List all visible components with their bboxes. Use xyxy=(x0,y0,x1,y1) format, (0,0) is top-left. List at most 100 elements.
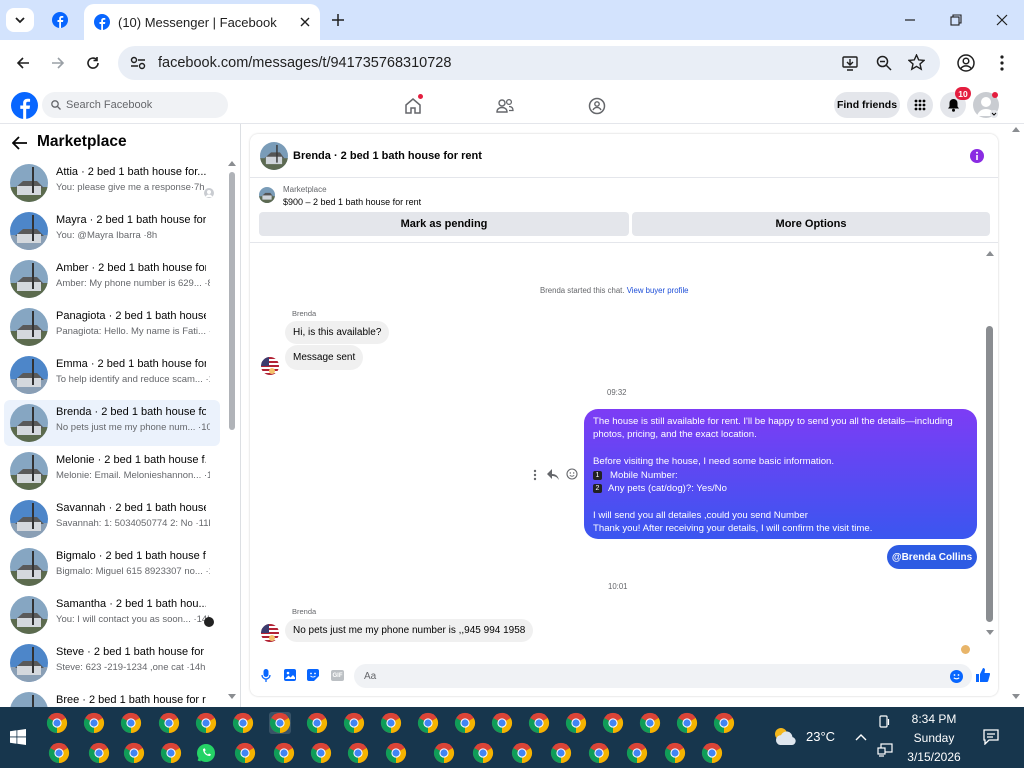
incoming-message[interactable]: Message sent xyxy=(285,345,364,370)
chrome-taskbar-icon[interactable] xyxy=(701,742,723,764)
conversation-item[interactable]: Brenda · 2 bed 1 bath house for... No pet… xyxy=(4,400,220,446)
chrome-taskbar-icon[interactable] xyxy=(550,742,572,764)
chrome-taskbar-icon[interactable] xyxy=(232,712,254,734)
notification-center-icon[interactable] xyxy=(983,729,999,745)
weather-widget[interactable]: 23°C xyxy=(772,725,835,747)
chrome-taskbar-icon[interactable] xyxy=(433,742,455,764)
outgoing-message[interactable]: The house is still available for rent. I… xyxy=(584,409,977,539)
scroll-down-arrow-icon[interactable] xyxy=(986,630,994,636)
chrome-taskbar-icon[interactable] xyxy=(48,742,70,764)
more-actions-icon[interactable] xyxy=(533,469,537,481)
chrome-taskbar-icon[interactable] xyxy=(123,742,145,764)
conversation-item[interactable]: Samantha · 2 bed 1 bath hou... You: I wil… xyxy=(4,592,220,638)
chrome-taskbar-icon[interactable] xyxy=(83,712,105,734)
chrome-taskbar-icon[interactable] xyxy=(158,712,180,734)
close-icon[interactable] xyxy=(300,17,310,27)
install-app-icon[interactable] xyxy=(842,55,858,71)
reply-icon[interactable] xyxy=(547,469,559,480)
facebook-logo[interactable] xyxy=(11,92,38,119)
chrome-taskbar-icon[interactable] xyxy=(626,742,648,764)
mark-as-pending-button[interactable]: Mark as pending xyxy=(259,212,629,236)
chrome-taskbar-icon[interactable] xyxy=(417,712,439,734)
chrome-taskbar-icon[interactable] xyxy=(713,712,735,734)
conversation-item[interactable]: Bigmalo · 2 bed 1 bath house f... Bigmalo… xyxy=(4,544,220,590)
listing-price[interactable]: $900 – 2 bed 1 bath house for rent xyxy=(283,197,421,207)
reload-button[interactable] xyxy=(80,50,106,76)
back-button[interactable] xyxy=(10,50,36,76)
find-friends-button[interactable]: Find friends xyxy=(834,92,900,118)
chrome-taskbar-icon[interactable] xyxy=(380,712,402,734)
nav-groups[interactable] xyxy=(582,92,612,120)
microphone-icon[interactable] xyxy=(261,669,271,682)
chrome-taskbar-icon[interactable] xyxy=(88,742,110,764)
bookmark-star-icon[interactable] xyxy=(908,54,925,71)
conversation-item[interactable]: Bree · 2 bed 1 bath house for re... xyxy=(4,688,220,707)
facebook-search-input[interactable]: Search Facebook xyxy=(42,92,228,118)
chrome-taskbar-icon[interactable] xyxy=(472,742,494,764)
emoji-icon[interactable] xyxy=(950,670,963,683)
nav-friends[interactable] xyxy=(490,92,520,120)
view-buyer-profile-link[interactable]: View buyer profile xyxy=(627,286,689,295)
chrome-taskbar-icon[interactable] xyxy=(269,712,291,734)
chrome-taskbar-icon[interactable] xyxy=(588,742,610,764)
gif-icon[interactable]: GIF xyxy=(331,670,344,681)
back-arrow-icon[interactable] xyxy=(12,136,28,150)
minimize-button[interactable] xyxy=(896,6,924,34)
scroll-down-arrow-icon[interactable] xyxy=(228,694,236,700)
chrome-taskbar-icon[interactable] xyxy=(120,712,142,734)
chat-scrollbar[interactable] xyxy=(984,246,996,640)
chrome-taskbar-icon[interactable] xyxy=(664,742,686,764)
facebook-pinned-tab[interactable] xyxy=(48,8,72,32)
close-window-button[interactable] xyxy=(988,6,1016,34)
profile-button[interactable] xyxy=(953,50,979,76)
chrome-taskbar-icon[interactable] xyxy=(491,712,513,734)
page-scroll-up-arrow-icon[interactable] xyxy=(1012,126,1020,132)
whatsapp-taskbar-icon[interactable] xyxy=(195,742,217,764)
conversation-item[interactable]: Steve · 2 bed 1 bath house for r... Steve… xyxy=(4,640,220,686)
site-info-icon[interactable] xyxy=(130,56,146,70)
chrome-taskbar-icon[interactable] xyxy=(639,712,661,734)
active-tab[interactable]: (10) Messenger | Facebook xyxy=(84,4,320,40)
chrome-taskbar-icon[interactable] xyxy=(46,712,68,734)
chrome-taskbar-icon[interactable] xyxy=(273,742,295,764)
scroll-up-arrow-icon[interactable] xyxy=(228,160,236,166)
conversation-item[interactable]: Amber · 2 bed 1 bath house for... Amber: … xyxy=(4,256,220,302)
conversation-item[interactable]: Attia · 2 bed 1 bath house for... You: pl… xyxy=(4,160,220,206)
browser-menu-button[interactable] xyxy=(990,50,1014,76)
page-scroll-down-arrow-icon[interactable] xyxy=(1012,694,1020,700)
sidebar-scroll-thumb[interactable] xyxy=(229,172,235,430)
chat-header-avatar[interactable] xyxy=(260,142,288,170)
incoming-message[interactable]: No pets just me my phone number is ,,945… xyxy=(285,619,534,642)
message-input[interactable]: Aa xyxy=(354,664,972,688)
chrome-taskbar-icon[interactable] xyxy=(454,712,476,734)
more-options-button[interactable]: More Options xyxy=(632,212,990,236)
info-icon[interactable] xyxy=(970,149,984,163)
menu-button[interactable] xyxy=(907,92,933,118)
sidebar-scrollbar[interactable] xyxy=(226,160,238,704)
conversation-item[interactable]: Melonie · 2 bed 1 bath house f... Melonie… xyxy=(4,448,220,494)
chrome-taskbar-icon[interactable] xyxy=(528,712,550,734)
chrome-taskbar-icon[interactable] xyxy=(160,742,182,764)
tab-search-button[interactable] xyxy=(6,8,34,32)
forward-button[interactable] xyxy=(45,50,71,76)
react-emoji-icon[interactable] xyxy=(566,468,578,480)
chrome-taskbar-icon[interactable] xyxy=(602,712,624,734)
chrome-taskbar-icon[interactable] xyxy=(195,712,217,734)
chrome-taskbar-icon[interactable] xyxy=(234,742,256,764)
mention-bubble[interactable]: @Brenda Collins xyxy=(887,545,977,569)
chevron-up-icon[interactable] xyxy=(855,733,867,741)
listing-thumbnail[interactable] xyxy=(259,187,275,203)
scroll-up-arrow-icon[interactable] xyxy=(986,250,994,256)
new-tab-button[interactable] xyxy=(326,8,350,32)
zoom-icon[interactable] xyxy=(876,55,892,71)
clock[interactable]: 8:34 PM Sunday 3/15/2026 xyxy=(900,710,968,767)
chrome-taskbar-icon[interactable] xyxy=(347,742,369,764)
device-icon[interactable] xyxy=(879,715,891,729)
conversation-item[interactable]: Mayra · 2 bed 1 bath house for ... You: @… xyxy=(4,208,220,254)
nav-home[interactable] xyxy=(398,92,428,120)
windows-start-icon[interactable] xyxy=(10,729,26,745)
sender-avatar[interactable] xyxy=(261,357,279,375)
chrome-taskbar-icon[interactable] xyxy=(385,742,407,764)
chrome-taskbar-icon[interactable] xyxy=(310,742,332,764)
conversation-item[interactable]: Savannah · 2 bed 1 bath house ... Savanna… xyxy=(4,496,220,542)
